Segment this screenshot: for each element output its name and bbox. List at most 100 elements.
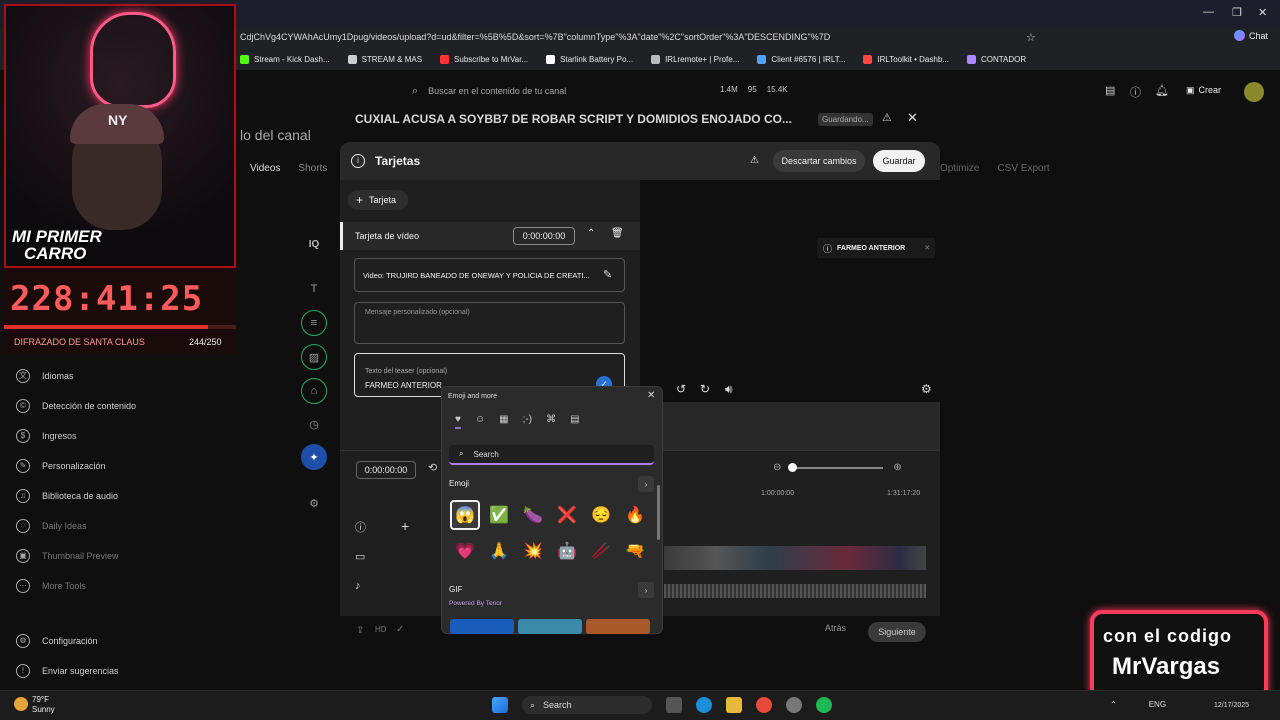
gif-thumbnail[interactable] <box>518 619 582 634</box>
trash-icon[interactable]: 🗑︎ <box>611 228 624 239</box>
sidebar-item[interactable]: ◌ Daily Ideas <box>16 519 87 533</box>
discard-button[interactable]: Descartar cambios <box>773 150 865 172</box>
smiley-icon[interactable]: ☺ <box>475 414 485 429</box>
close-icon[interactable]: ✕ <box>907 110 918 126</box>
sidebar-item[interactable]: ⚙ Configuración <box>16 634 98 648</box>
chrome-icon[interactable] <box>756 697 772 713</box>
emoji-cell[interactable]: 🔫 <box>620 536 650 566</box>
tab-videos[interactable]: Videos <box>250 163 280 174</box>
tab-optimize[interactable]: Optimize <box>940 163 979 174</box>
linked-video-field[interactable]: Video: TRUJIRD BANEADO DE ONEWAY Y POLIC… <box>354 258 625 292</box>
emoji-cell[interactable]: ❌ <box>552 500 582 530</box>
zoom-handle[interactable] <box>788 462 798 472</box>
create-button[interactable]: ▣ Crear <box>1180 80 1236 100</box>
emoji-cell[interactable]: 😱 <box>450 500 480 530</box>
clock-icon[interactable]: ◷ <box>301 411 327 437</box>
maximize-icon[interactable]: ❐ <box>1232 6 1242 19</box>
chevron-right-icon[interactable]: › <box>638 582 654 598</box>
sidebar-item[interactable]: ⋯ More Tools <box>16 579 86 593</box>
player-settings-icon[interactable]: ⚙ <box>921 382 932 396</box>
emoji-cell[interactable]: 🥢 <box>586 536 616 566</box>
bookmark-star-icon[interactable]: ☆ <box>1026 31 1036 44</box>
emoji-cell[interactable]: 🍆 <box>518 500 548 530</box>
bookmark-item[interactable]: Client #6576 | IRLT... <box>757 54 845 64</box>
custom-message-field[interactable]: Mensaje personalizado (opcional) <box>354 302 625 344</box>
scrollbar[interactable] <box>657 485 660 540</box>
tab-csv-export[interactable]: CSV Export <box>997 163 1049 174</box>
pencil-icon[interactable]: ✎ <box>603 268 612 281</box>
sparkle-icon[interactable]: ✦ <box>301 444 327 470</box>
zoom-control[interactable]: ⊖ ⊕ <box>773 462 902 473</box>
url-text[interactable]: CdjChVg4CYWAhAcUmy1Dpug/videos/upload?d=… <box>240 32 830 42</box>
spotify-icon[interactable] <box>816 697 832 713</box>
bookmark-item[interactable]: CONTADOR <box>966 54 1026 64</box>
taskbar-search[interactable]: ⌕ Search <box>522 696 652 714</box>
zoom-in-icon[interactable]: ⊕ <box>893 462 901 473</box>
back-button[interactable]: Atrás <box>825 623 846 633</box>
obs-icon[interactable] <box>786 697 802 713</box>
emoji-cell[interactable]: 💥 <box>518 536 548 566</box>
clipboard-icon[interactable]: ▤ <box>570 414 579 429</box>
favorites-icon[interactable]: ♥ <box>455 414 461 429</box>
weather-widget[interactable]: 79°F Sunny <box>32 695 55 715</box>
zoom-slider[interactable] <box>788 462 884 472</box>
sidebar-item[interactable]: ✎ Personalización <box>16 459 106 473</box>
add-card-plus-icon[interactable]: + <box>401 518 409 534</box>
zoom-out-icon[interactable]: ⊖ <box>773 462 781 473</box>
language-indicator[interactable]: ENG <box>1149 700 1166 709</box>
tab-shorts[interactable]: Shorts <box>298 163 327 174</box>
sidebar-item[interactable]: $ Ingresos <box>16 429 77 443</box>
chevron-up-icon[interactable]: ⌃ <box>587 228 595 239</box>
video-filmstrip[interactable] <box>664 546 926 570</box>
forward-10-icon[interactable]: ↻ <box>700 382 710 396</box>
file-explorer-icon[interactable] <box>726 697 742 713</box>
channel-search[interactable]: ⌕ Buscar en el contenido de tu canal <box>402 78 702 104</box>
description-icon[interactable]: ≡ <box>301 310 327 336</box>
windows-start-icon[interactable] <box>492 697 508 713</box>
bookmark-item[interactable]: STREAM & MAS <box>347 54 422 64</box>
bookmark-item[interactable]: Starlink Battery Po... <box>546 54 633 64</box>
card-time-input[interactable]: 0:00:00:00 <box>513 227 575 245</box>
notifications-icon[interactable]: 🔔︎ <box>1155 84 1169 97</box>
close-icon[interactable]: ✕ <box>647 390 655 401</box>
copilot-chat-button[interactable]: Chat <box>1234 30 1268 41</box>
feedback-icon[interactable]: ⚠︎ <box>750 155 759 166</box>
help-icon[interactable]: ⓘ <box>1130 84 1141 100</box>
close-icon[interactable]: ✕ <box>924 244 930 252</box>
emoji-cell[interactable]: 🙏 <box>484 536 514 566</box>
rewind-10-icon[interactable]: ↺ <box>676 382 686 396</box>
next-button[interactable]: Siguiente <box>868 622 926 642</box>
gif-icon[interactable]: ▦ <box>499 414 508 429</box>
text-icon[interactable]: T <box>301 276 327 302</box>
minimize-icon[interactable]: — <box>1203 6 1214 18</box>
image-icon[interactable]: ▨ <box>301 344 327 370</box>
bookmark-item[interactable]: Subscribe to MrVar... <box>440 54 528 64</box>
kaomoji-icon[interactable]: ;-) <box>523 414 532 429</box>
settings-gear-icon[interactable]: ⚙ <box>301 490 327 516</box>
task-view-icon[interactable] <box>666 697 682 713</box>
chevron-right-icon[interactable]: › <box>638 476 654 492</box>
iq-icon[interactable]: IQ <box>301 231 327 257</box>
tag-icon[interactable]: ⌂ <box>301 378 327 404</box>
undo-icon[interactable]: ⟲ <box>428 461 437 474</box>
emoji-cell[interactable]: 🔥 <box>620 500 650 530</box>
bookmark-item[interactable]: IRLToolkit • Dashb... <box>863 54 949 64</box>
emoji-cell[interactable]: ✅ <box>484 500 514 530</box>
sidebar-item[interactable]: © Detección de contenido <box>16 399 136 413</box>
sidebar-item[interactable]: ▣ Thumbnail Preview <box>16 549 119 563</box>
clock-date[interactable]: 12/17/2025 <box>1214 702 1249 709</box>
add-card-button[interactable]: + Tarjeta <box>348 190 408 210</box>
gif-thumbnail[interactable] <box>586 619 650 634</box>
symbols-icon[interactable]: ⌘ <box>546 414 556 429</box>
bookmark-item[interactable]: IRLremote+ | Profe... <box>651 54 739 64</box>
volume-icon[interactable]: 🔊︎ <box>725 382 733 397</box>
sidebar-item[interactable]: ♫ Biblioteca de audio <box>16 489 118 503</box>
timeline-time-input[interactable]: 0:00:00:00 <box>356 461 416 479</box>
emoji-cell[interactable]: 💗 <box>450 536 480 566</box>
sidebar-item[interactable]: ! Enviar sugerencias <box>16 664 119 678</box>
save-button[interactable]: Guardar <box>873 150 925 172</box>
avatar[interactable] <box>1244 82 1264 102</box>
sidebar-item[interactable]: 文 Idiomas <box>16 369 74 383</box>
messages-icon[interactable]: ▤ <box>1105 84 1115 97</box>
emoji-cell[interactable]: 😔 <box>586 500 616 530</box>
